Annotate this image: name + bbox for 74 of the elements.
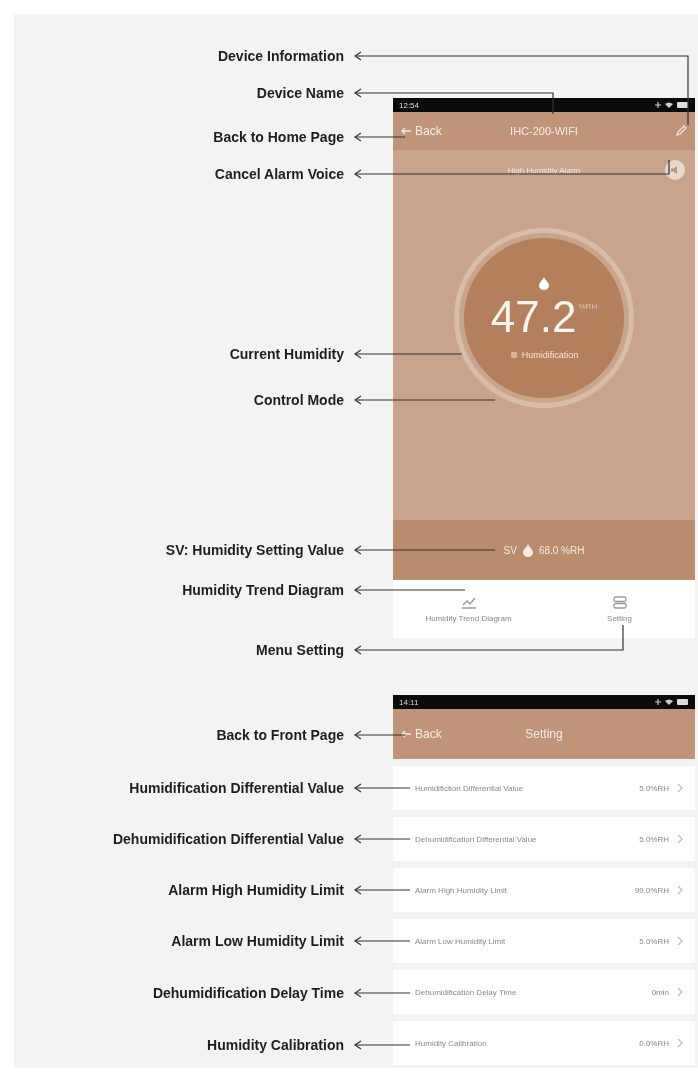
setting-label: Alarm High Humidity Limit — [415, 885, 509, 895]
setting-label: Dehumidification Differential Value — [415, 834, 538, 844]
setting-label: Humidifiction Differential Value — [415, 783, 525, 793]
chevron-right-icon — [677, 885, 683, 895]
menu-icon — [612, 595, 627, 609]
setting-label: Dehumidification Delay Time — [415, 987, 518, 997]
line-chart-icon — [460, 595, 477, 609]
leader-line — [353, 132, 406, 142]
status-icons — [655, 698, 689, 706]
callout-label: Humidity Trend Diagram — [182, 581, 344, 599]
callout-label: Dehumidification Differential Value — [112, 830, 344, 848]
chevron-right-icon — [677, 936, 683, 946]
callout-label: Back to Front Page — [216, 726, 344, 744]
callout-label: Device Name — [256, 84, 344, 102]
setting-row[interactable]: Humidity Calibration 0.0%RH — [393, 1021, 695, 1065]
chevron-right-icon — [677, 834, 683, 844]
callout-label: Humidity Calibration — [207, 1036, 344, 1054]
speaker-button[interactable] — [665, 160, 685, 180]
leader-line — [353, 834, 411, 844]
status-time: 12:54 — [399, 100, 420, 110]
mode-icon — [509, 350, 518, 359]
alarm-message: High Humidity Alarm — [507, 165, 581, 175]
control-mode: Humidification — [521, 349, 579, 360]
callout-label: Cancel Alarm Voice — [214, 165, 344, 183]
leader-line — [353, 1040, 411, 1050]
leader-line — [353, 885, 411, 895]
leader-line — [353, 988, 411, 998]
setting-row[interactable]: Humidifiction Differential Value 5.0%RH — [393, 766, 695, 810]
callout-label: Alarm High Humidity Limit — [168, 881, 344, 899]
callout-label: Back to Home Page — [213, 128, 344, 146]
callout-label: Device Information — [217, 47, 344, 65]
setting-value: 5.0%RH — [639, 834, 669, 844]
back-button[interactable]: Back — [401, 727, 442, 741]
device-name: IHC-200-WIFI — [510, 125, 578, 137]
tab[interactable]: Setting — [544, 580, 695, 638]
chevron-right-icon — [677, 783, 683, 793]
droplet-icon — [539, 276, 549, 290]
setting-label: Alarm Low Humidity Limit — [415, 936, 507, 946]
setting-row[interactable]: Dehumidification Delay Time 0min — [393, 970, 695, 1014]
leader-line — [353, 730, 406, 740]
callout-label: Dehumidification Delay Time — [152, 984, 344, 1002]
back-button[interactable]: Back — [401, 124, 442, 138]
callout-label: SV: Humidity Setting Value — [165, 541, 344, 559]
setting-row[interactable]: Alarm High Humidity Limit 99.0%RH — [393, 868, 695, 912]
setting-value: 5.0%RH — [639, 783, 669, 793]
leader-line — [353, 936, 411, 946]
humidity-value: 47.2 — [490, 293, 577, 340]
callout-label: Humidification Differential Value — [129, 779, 344, 797]
droplet-icon — [522, 543, 533, 557]
back-arrow-icon — [401, 730, 411, 738]
setting-row[interactable]: Alarm Low Humidity Limit 5.0%RH — [393, 919, 695, 963]
setpoint-value: 68.0 %RH — [538, 544, 585, 556]
setting-label: Humidity Calibration — [415, 1038, 488, 1048]
humidity-unit: %RH — [578, 301, 598, 311]
setting-value: 99.0%RH — [634, 885, 669, 895]
setpoint-label: SV — [503, 544, 517, 556]
tab[interactable]: Humidity Trend Diagram — [393, 580, 544, 638]
screen-title: Setting — [525, 727, 563, 741]
pencil-icon[interactable] — [675, 125, 687, 137]
callout-label: Current Humidity — [229, 345, 344, 363]
chevron-right-icon — [677, 1038, 683, 1048]
callout-label: Alarm Low Humidity Limit — [171, 932, 344, 950]
setting-value: 0.0%RH — [639, 1038, 669, 1048]
chevron-right-icon — [677, 987, 683, 997]
back-arrow-icon — [401, 127, 411, 135]
setting-value: 0min — [651, 987, 669, 997]
status-icons — [655, 101, 689, 109]
setting-row[interactable]: Dehumidification Differential Value 5.0%RH — [393, 817, 695, 861]
leader-line — [353, 783, 411, 793]
setting-value: 5.0%RH — [639, 936, 669, 946]
callout-label: Menu Setting — [256, 641, 344, 659]
speaker-icon — [670, 165, 680, 175]
status-time: 14:11 — [399, 697, 419, 707]
callout-label: Control Mode — [253, 391, 344, 409]
